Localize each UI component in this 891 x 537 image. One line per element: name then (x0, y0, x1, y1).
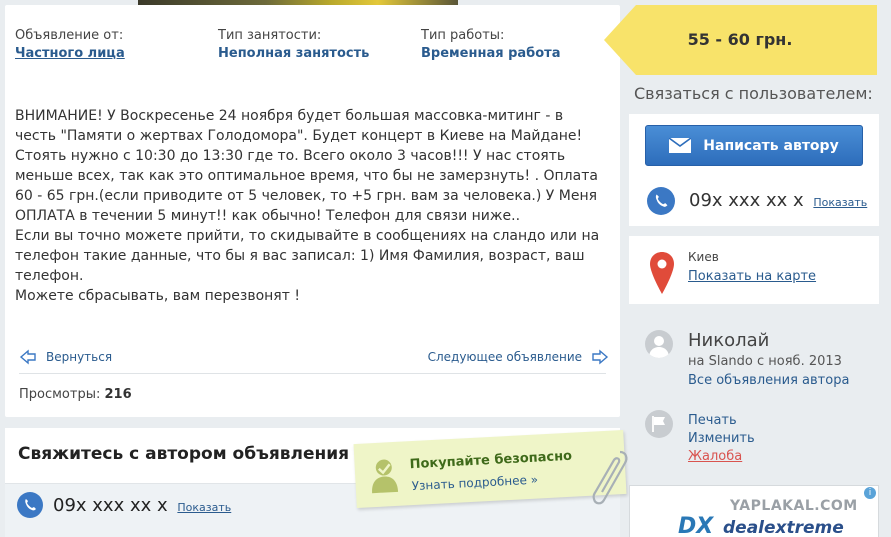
divider (19, 373, 606, 374)
description-paragraph: Можете сбрасывать, вам перезвонят ! (15, 288, 300, 304)
phone-number-text: 09x xxx xx x (53, 495, 168, 516)
listing-navigation: Вернуться Следующее объявление (19, 345, 609, 369)
edit-link[interactable]: Изменить (688, 431, 755, 446)
shield-person-icon (372, 459, 399, 494)
meta-from: Объявление от: Частного лица (15, 28, 125, 61)
city-name: Киев (688, 250, 719, 264)
meta-work-type-label: Тип работы: (421, 28, 505, 43)
show-on-map-link[interactable]: Показать на карте (688, 269, 816, 284)
meta-employment-value[interactable]: Неполная занятость (218, 46, 369, 61)
arrow-right-icon (592, 349, 609, 365)
user-name: Николай (688, 330, 770, 351)
views-label: Просмотры: (19, 387, 101, 402)
safe-buy-more-link[interactable]: Узнать подробнее » (411, 473, 538, 494)
views-counter: Просмотры: 216 (19, 387, 132, 402)
ad-info-icon[interactable]: i (864, 487, 876, 499)
contact-user-title: Связаться с пользователем: (634, 84, 873, 103)
contact-user-card: Написать автору 09x xxx xx x Показать (629, 114, 879, 226)
meta-from-label: Объявление от: (15, 28, 124, 43)
phone-icon (647, 187, 675, 215)
ad-brand-logo: DX (678, 514, 714, 537)
user-avatar (645, 330, 673, 358)
next-listing-label: Следующее объявление (427, 350, 582, 364)
next-listing-link[interactable]: Следующее объявление (428, 349, 609, 365)
write-to-author-button[interactable]: Написать автору (645, 125, 863, 166)
envelope-icon (669, 138, 692, 153)
contact-author-title: Свяжитесь с автором объявления (18, 444, 350, 464)
ad-brand-name: dealextreme (723, 518, 844, 537)
meta-employment: Тип занятости: Неполная занятость (218, 28, 369, 61)
price-value: 55 - 60 грн. (687, 30, 793, 49)
watermark-text: YAPLAKAL.COM (730, 498, 858, 514)
description-paragraph: ВНИМАНИЕ! У Воскресенье 24 ноября будет … (15, 108, 598, 224)
paperclip-icon (592, 450, 628, 505)
arrow-left-icon (19, 349, 36, 365)
phone-icon (17, 492, 43, 518)
safe-buy-title: Покупайте безопасно (409, 448, 573, 473)
meta-work-type-value[interactable]: Временная работа (421, 46, 560, 61)
flag-icon (645, 410, 673, 438)
meta-work-type: Тип работы: Временная работа (421, 28, 560, 61)
meta-from-value[interactable]: Частного лица (15, 46, 125, 61)
print-link[interactable]: Печать (688, 413, 737, 428)
advertisement-banner[interactable]: YAPLAKAL.COM DX dealextreme i (629, 485, 879, 537)
phone-number: 09x xxx xx x Показать (53, 495, 231, 516)
complaint-link[interactable]: Жалоба (688, 449, 742, 464)
show-phone-link[interactable]: Показать (177, 501, 231, 514)
user-member-since: на Slando с нояб. 2013 (688, 354, 842, 369)
show-phone-link[interactable]: Показать (813, 196, 867, 209)
views-count: 216 (104, 387, 132, 402)
write-to-author-label: Написать автору (703, 137, 839, 154)
phone-number-text: 09x xxx xx x (689, 190, 804, 211)
back-link[interactable]: Вернуться (19, 349, 112, 365)
location-card: Киев Показать на карте (629, 236, 879, 304)
meta-employment-label: Тип занятости: (218, 28, 322, 43)
description-paragraph: Если вы точно можете прийти, то скидывай… (15, 228, 600, 284)
phone-number: 09x xxx xx x Показать (689, 190, 867, 211)
map-pin-icon (650, 252, 674, 294)
all-author-ads-link[interactable]: Все объявления автора (688, 373, 849, 388)
listing-description: ВНИМАНИЕ! У Воскресенье 24 ноября будет … (15, 106, 605, 306)
listing-details-card: Объявление от: Частного лица Тип занятос… (5, 5, 620, 417)
back-link-label: Вернуться (46, 350, 113, 364)
